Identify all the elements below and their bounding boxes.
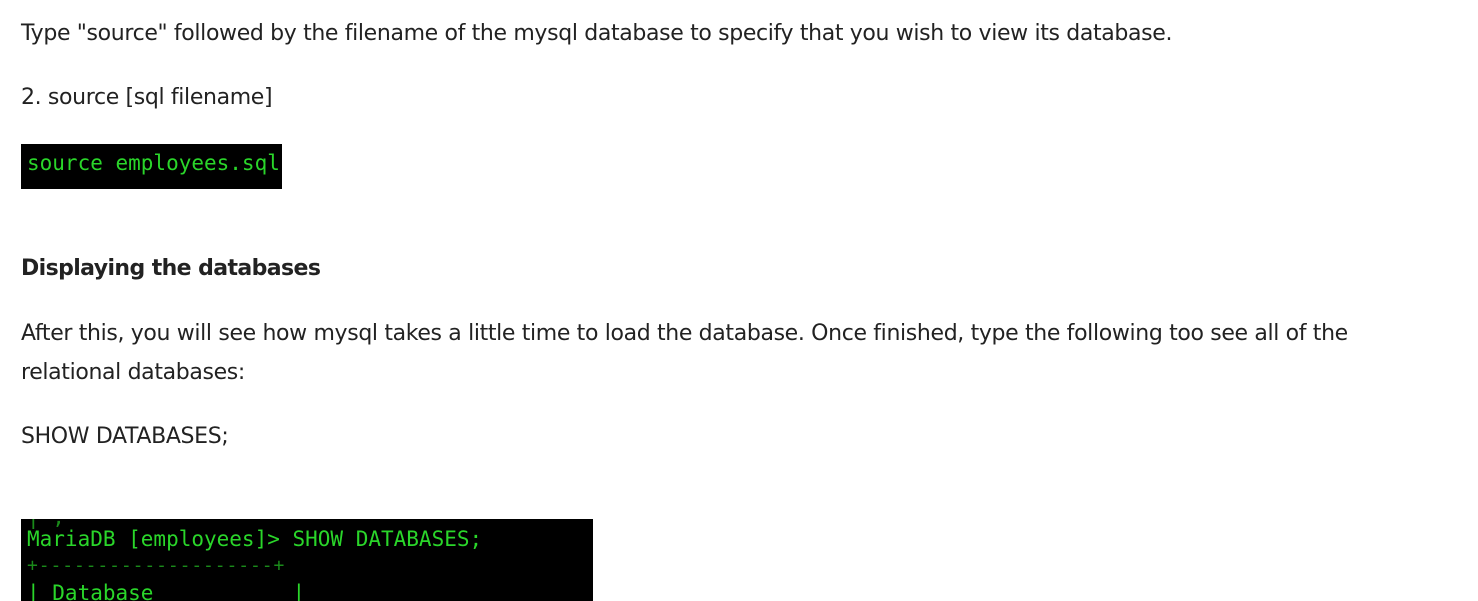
show-databases-prompt-line: MariaDB [employees]> SHOW DATABASES; <box>27 527 483 551</box>
table-header-line: | Database | <box>27 581 306 601</box>
table-border-line: +--------------------+ <box>27 555 286 576</box>
intro-paragraph: Type "source" followed by the filename o… <box>21 21 1173 46</box>
terminal-cutoff-line: --------------- ---- - <box>27 144 282 150</box>
show-databases-paragraph: SHOW DATABASES; <box>21 424 229 449</box>
show-databases-screenshot: | , MariaDB [employees]> SHOW DATABASES;… <box>21 519 593 601</box>
source-command-line: source employees.sql <box>27 151 280 175</box>
step-paragraph: 2. source [sql filename] <box>21 85 273 110</box>
source-command-screenshot: --------------- ---- - source employees.… <box>21 144 282 189</box>
section-heading: Displaying the databases <box>21 256 321 281</box>
after-paragraph: After this, you will see how mysql takes… <box>21 321 1348 385</box>
